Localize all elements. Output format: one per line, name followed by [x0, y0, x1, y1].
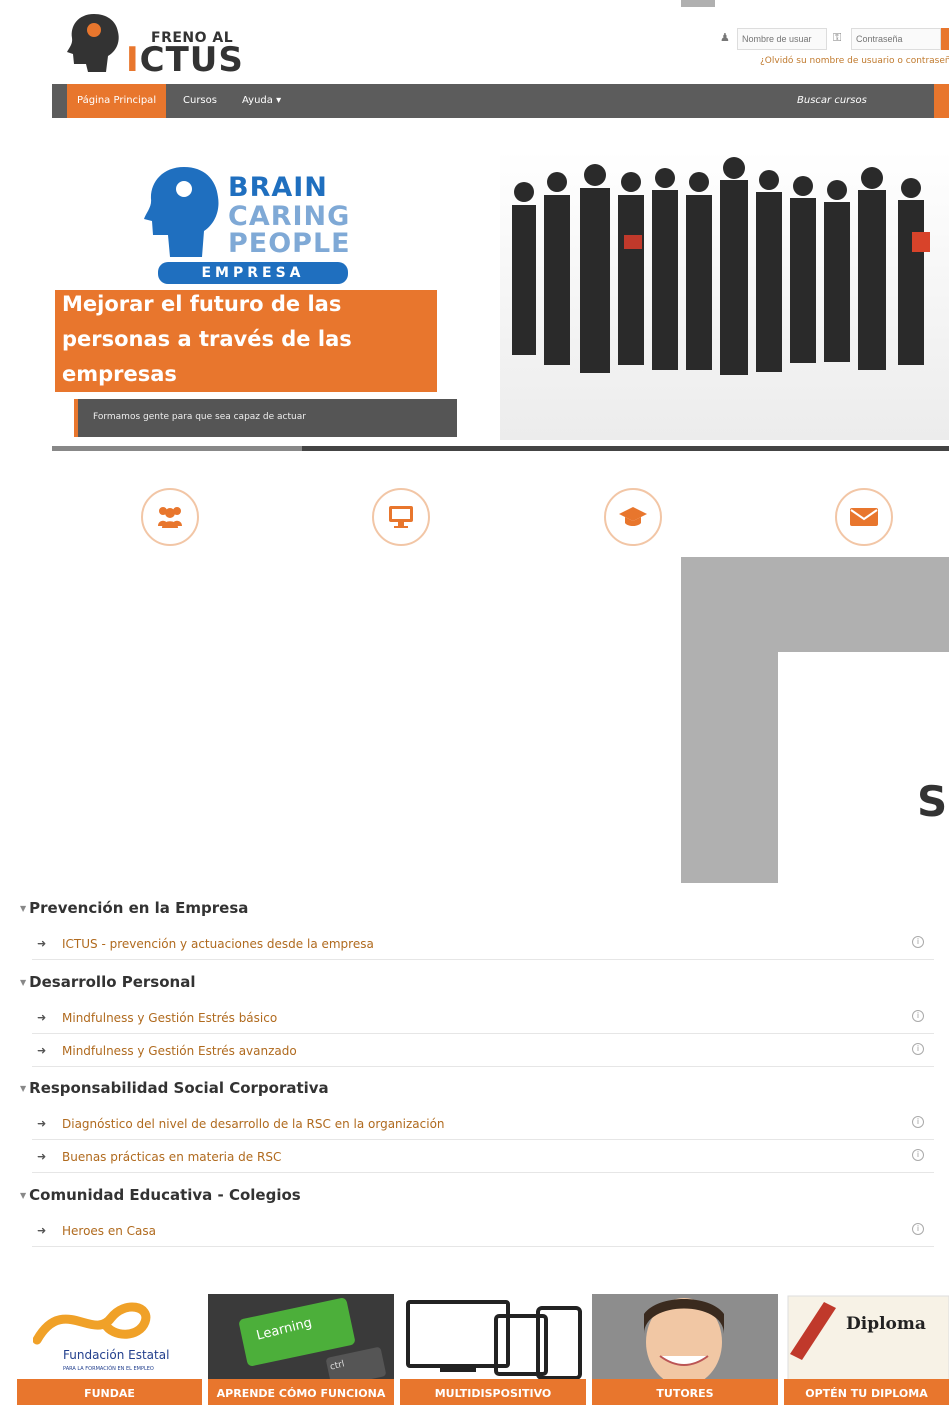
info-icon: i — [912, 1043, 924, 1055]
bcp-people: PEOPLE — [228, 228, 351, 259]
search-button[interactable] — [934, 84, 949, 118]
tile-learning[interactable]: Learning ctrl APRENDE CÓMO FUNCIONA — [208, 1294, 394, 1405]
brain-head-icon — [144, 167, 219, 257]
tile-diploma[interactable]: Diploma OPTÉN TU DIPLOMA — [784, 1294, 949, 1405]
course-item[interactable]: ➜ Buenas prácticas en materia de RSC i — [32, 1141, 934, 1173]
info-icon: i — [912, 1223, 924, 1235]
hero-headline-3: empresas — [62, 362, 177, 386]
course-item[interactable]: ➜ ICTUS - prevención y actuaciones desde … — [32, 928, 934, 960]
graduation-cap-icon[interactable] — [604, 488, 662, 546]
hero-tagline-text: Formamos gente para que sea capaz de act… — [93, 412, 306, 422]
tile-caption: FUNDAE — [17, 1379, 202, 1405]
business-people-image — [500, 150, 949, 440]
enter-icon: ➜ — [37, 1117, 47, 1130]
tutor-photo — [592, 1294, 778, 1384]
fundae-name: Fundación Estatal — [63, 1348, 170, 1362]
bcp-empresa-badge: EMPRESA — [158, 262, 348, 284]
info-icon: i — [912, 1149, 924, 1161]
logo-text-big: ICTUS — [126, 40, 244, 80]
envelope-icon[interactable] — [835, 488, 893, 546]
info-icon: i — [912, 1010, 924, 1022]
enter-icon: ➜ — [37, 1224, 47, 1237]
category-heading[interactable]: ▼ Desarrollo Personal — [20, 973, 195, 991]
password-input[interactable] — [851, 28, 941, 50]
course-item[interactable]: ➜ Mindfulness y Gestión Estrés avanzado i — [32, 1035, 934, 1067]
tile-caption: OPTÉN TU DIPLOMA — [784, 1379, 949, 1405]
decorative-block — [681, 652, 778, 883]
user-icon: ♟ — [720, 31, 730, 44]
users-icon[interactable] — [141, 488, 199, 546]
hero-headline-1: Mejorar el futuro de las — [62, 292, 342, 316]
tile-tutors[interactable]: TUTORES — [592, 1294, 778, 1405]
info-icon: i — [912, 936, 924, 948]
monitor-icon[interactable] — [372, 488, 430, 546]
info-icon: i — [912, 1116, 924, 1128]
category-heading[interactable]: ▼ Responsabilidad Social Corporativa — [20, 1079, 329, 1097]
slider-progress — [52, 446, 302, 451]
decorative-block — [681, 0, 715, 7]
category-heading[interactable]: ▼ Prevención en la Empresa — [20, 899, 248, 917]
fundae-subtitle: PARA LA FORMACIÓN EN EL EMPLEO — [63, 1366, 154, 1372]
diploma-title: Diploma — [846, 1314, 926, 1334]
hero-headline-2: personas a través de las — [62, 327, 352, 351]
fundae-logo-icon — [33, 1302, 151, 1345]
devices-image — [406, 1300, 582, 1380]
tile-caption: TUTORES — [592, 1379, 778, 1405]
logo-i-letter: I — [126, 40, 140, 80]
tile-caption: APRENDE CÓMO FUNCIONA — [208, 1379, 394, 1405]
hero-tagline: Formamos gente para que sea capaz de act… — [74, 399, 457, 437]
partial-heading-letter: S — [917, 777, 948, 826]
search-input[interactable]: Buscar cursos — [797, 84, 867, 118]
enter-icon: ➜ — [37, 1011, 47, 1024]
decorative-block — [681, 557, 949, 652]
enter-icon: ➜ — [37, 1150, 47, 1163]
course-item[interactable]: ➜ Diagnóstico del nivel de desarrollo de … — [32, 1108, 934, 1140]
diploma-image — [787, 1295, 949, 1384]
nav-home[interactable]: Página Principal — [67, 84, 167, 118]
category-heading[interactable]: ▼ Comunidad Educativa - Colegios — [20, 1186, 301, 1204]
bcp-brain: BRAIN — [228, 172, 328, 203]
enter-icon: ➜ — [37, 937, 47, 950]
enter-icon: ➜ — [37, 1044, 47, 1057]
key-icon: ⚿ — [833, 31, 842, 44]
keyboard-image — [208, 1294, 394, 1384]
course-item[interactable]: ➜ Mindfulness y Gestión Estrés básico i — [32, 1002, 934, 1034]
forgot-link[interactable]: ¿Olvidó su nombre de usuario o contraseñ… — [760, 56, 949, 66]
tile-fundae[interactable]: Fundación Estatal PARA LA FORMACIÓN EN E… — [17, 1294, 202, 1405]
logo-head-icon[interactable] — [66, 12, 122, 72]
username-input[interactable] — [737, 28, 827, 50]
nav-courses[interactable]: Cursos — [173, 84, 227, 118]
tile-devices[interactable]: MULTIDISPOSITIVO — [400, 1294, 586, 1405]
nav-help[interactable]: Ayuda ▾ — [232, 84, 291, 118]
tile-caption: MULTIDISPOSITIVO — [400, 1379, 586, 1405]
course-item[interactable]: ➜ Heroes en Casa i — [32, 1215, 934, 1247]
login-button[interactable] — [941, 28, 949, 50]
logo-ctus: CTUS — [139, 40, 244, 80]
